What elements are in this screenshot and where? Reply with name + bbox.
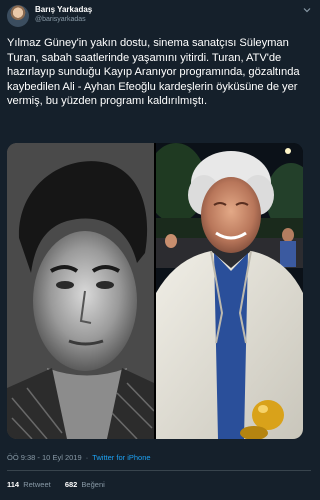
retweet-label[interactable]: Retweet	[23, 480, 51, 489]
avatar[interactable]	[7, 5, 29, 27]
author-handle[interactable]: @barisyarkadas	[35, 16, 86, 23]
tweet-photo-2[interactable]	[156, 143, 303, 439]
tweet-stats: 114 Retweet 682 Beğeni	[7, 480, 105, 489]
portrait-color-image	[156, 143, 303, 439]
chevron-down-icon[interactable]	[302, 5, 312, 15]
retweet-count[interactable]: 114	[7, 480, 19, 489]
tweet-photo-1[interactable]	[7, 143, 154, 439]
divider	[7, 470, 311, 471]
tweet-timestamp[interactable]: ÖÖ 9:38 - 10 Eyl 2019	[7, 453, 82, 462]
like-count[interactable]: 682	[65, 480, 78, 489]
tweet-meta: ÖÖ 9:38 - 10 Eyl 2019 · Twitter for iPho…	[7, 453, 151, 462]
like-label[interactable]: Beğeni	[81, 480, 104, 489]
portrait-bw-image	[7, 143, 154, 439]
author-name[interactable]: Barış Yarkadaş	[35, 5, 92, 14]
tweet-client[interactable]: Twitter for iPhone	[92, 453, 150, 462]
tweet-text: Yılmaz Güney'in yakın dostu, sinema sana…	[7, 37, 300, 108]
tweet: Barış Yarkadaş @barisyarkadas Yılmaz Gün…	[0, 0, 318, 500]
tweet-media[interactable]	[7, 143, 303, 439]
meta-separator: ·	[85, 453, 89, 462]
